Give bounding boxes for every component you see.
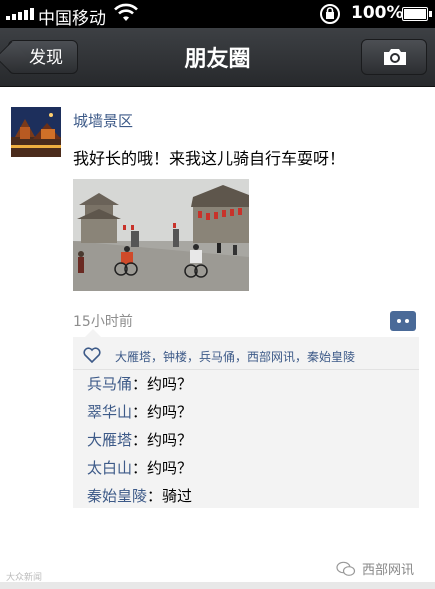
status-bar: 中国移动 100% — [0, 0, 435, 29]
comment-text: 骑过 — [162, 487, 193, 505]
likes-list[interactable]: 大雁塔，钟楼，兵马俑，西部网讯，秦始皇陵 — [115, 348, 355, 365]
comment-item[interactable]: 翠华山：约吗？ — [87, 401, 192, 422]
comment-separator: ： — [132, 459, 148, 477]
comment-author[interactable]: 兵马俑 — [87, 375, 132, 393]
comment-text: 约吗？ — [147, 403, 193, 421]
comment-separator: ： — [132, 431, 148, 449]
comment-text: 约吗？ — [147, 431, 193, 449]
wechat-logo-icon — [336, 561, 356, 576]
comment-item[interactable]: 太白山：约吗？ — [87, 457, 192, 478]
comment-text: 约吗？ — [147, 375, 193, 393]
battery-icon — [402, 7, 432, 21]
comment-options-button[interactable] — [390, 311, 416, 331]
comment-author[interactable]: 大雁塔 — [87, 431, 132, 449]
camera-button[interactable] — [361, 39, 427, 75]
avatar[interactable] — [11, 107, 61, 157]
comment-text: 约吗？ — [147, 459, 193, 477]
watermark-right-text: 西部网讯 — [362, 563, 415, 578]
interaction-panel: 大雁塔，钟楼，兵马俑，西部网讯，秦始皇陵 兵马俑：约吗？ 翠华山：约吗？ 大雁塔… — [73, 329, 419, 508]
comment-separator: ： — [147, 487, 163, 505]
camera-icon — [384, 49, 406, 65]
signal-strength-icon — [6, 8, 34, 20]
wifi-icon — [114, 3, 138, 27]
post-author[interactable]: 城墙景区 — [73, 110, 133, 131]
battery-percentage: 100% — [351, 3, 404, 23]
heart-icon — [83, 347, 101, 367]
watermark-right: 西部网讯 — [336, 559, 414, 578]
likes-row: 大雁塔，钟楼，兵马俑，西部网讯，秦始皇陵 — [73, 337, 419, 370]
post-photo[interactable] — [73, 179, 249, 291]
comment-separator: ： — [132, 403, 148, 421]
comment-item[interactable]: 秦始皇陵：骑过 — [87, 485, 192, 506]
navigation-bar: 发现 朋友圈 — [0, 28, 435, 87]
comment-author[interactable]: 太白山 — [87, 459, 132, 477]
post-text: 我好长的哦！来我这儿骑自行车耍呀！ — [73, 149, 346, 168]
carrier-name: 中国移动 — [38, 9, 106, 29]
comment-item[interactable]: 兵马俑：约吗？ — [87, 373, 192, 394]
post-timestamp: 15小时前 — [73, 314, 133, 330]
comment-item[interactable]: 大雁塔：约吗？ — [87, 429, 192, 450]
comment-author[interactable]: 翠华山 — [87, 403, 132, 421]
comment-separator: ： — [132, 375, 148, 393]
comment-author[interactable]: 秦始皇陵 — [87, 487, 147, 505]
rotation-lock-icon — [318, 3, 342, 29]
bottom-strip — [0, 582, 435, 589]
